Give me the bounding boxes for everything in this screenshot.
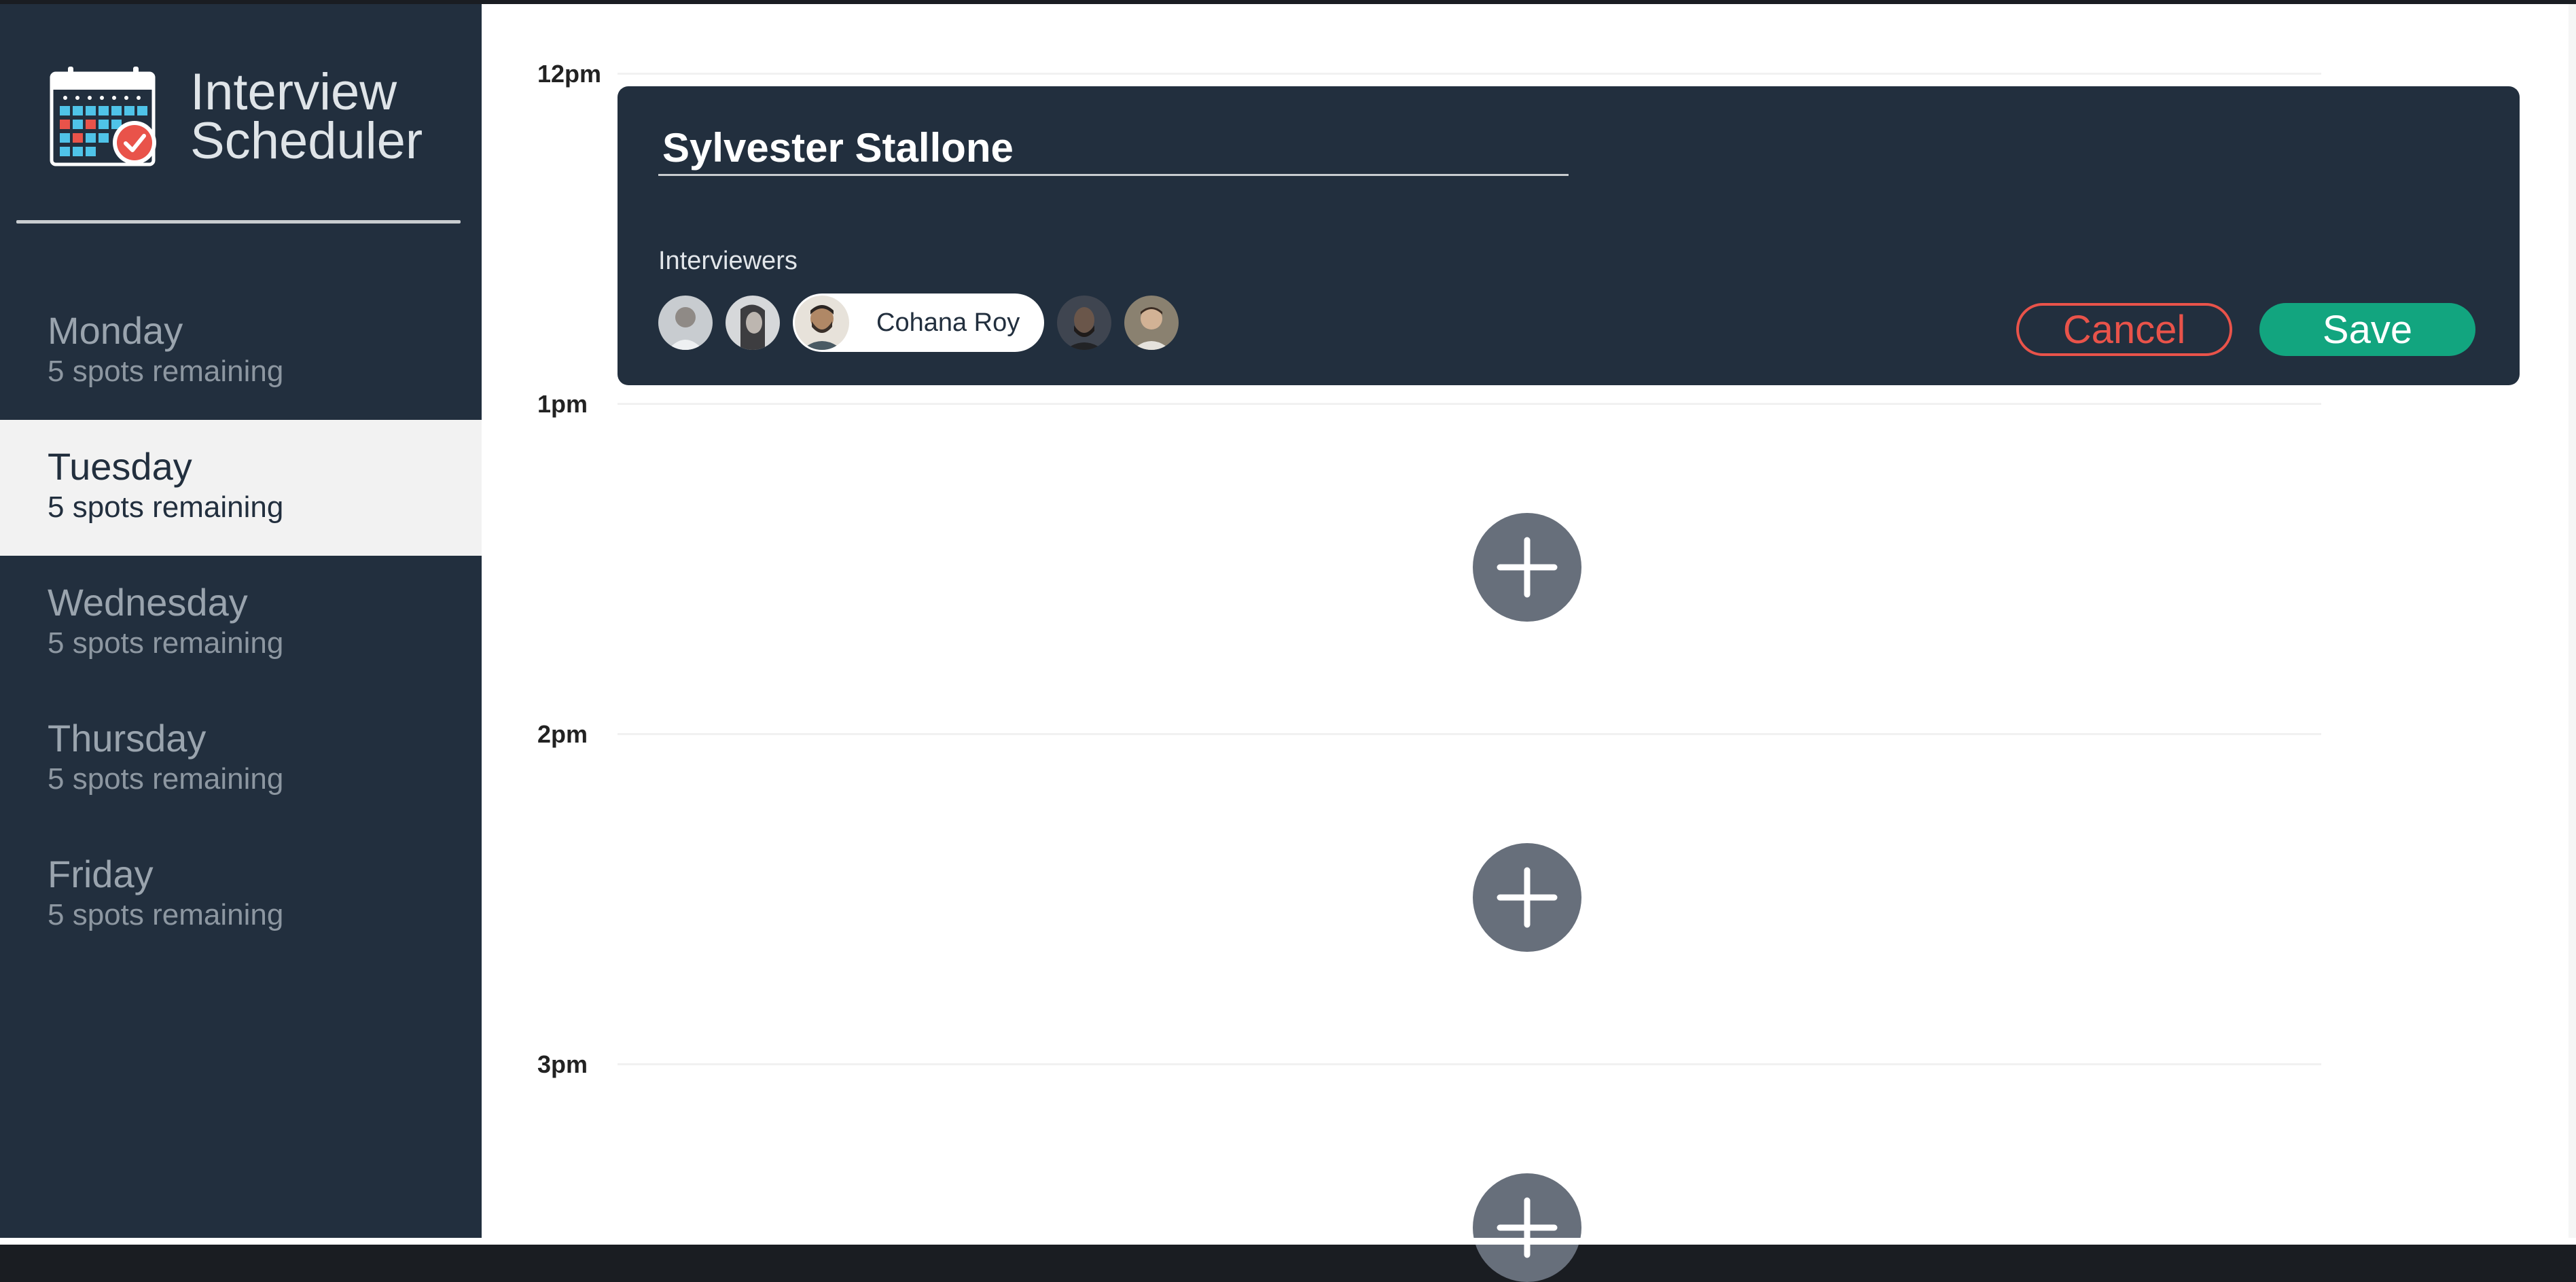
student-name-input[interactable] <box>658 122 1569 176</box>
day-list: Monday 5 spots remaining Tuesday 5 spots… <box>0 284 482 963</box>
plus-icon <box>1497 867 1558 928</box>
day-name: Friday <box>48 853 154 895</box>
interviewer-list: Cohana Roy <box>658 293 1192 352</box>
scrollbar[interactable] <box>2569 4 2576 1245</box>
schedule: 12pm Interviewers <box>482 4 2576 1282</box>
interviewer-avatar[interactable] <box>726 296 780 350</box>
slot-divider <box>618 1063 2321 1065</box>
brand: Interview Scheduler <box>48 63 423 171</box>
interviewer-selected[interactable]: Cohana Roy <box>793 293 1045 352</box>
save-button[interactable]: Save <box>2259 303 2475 356</box>
add-appointment-button[interactable] <box>1473 843 1581 952</box>
day-name: Tuesday <box>48 445 192 488</box>
app-title-line1: Interview <box>190 63 397 121</box>
cancel-button[interactable]: Cancel <box>2016 303 2232 356</box>
plus-icon <box>1497 537 1558 598</box>
interviewer-avatar[interactable] <box>1057 296 1112 350</box>
day-spots-remaining: 5 spots remaining <box>48 626 284 660</box>
day-item-tuesday[interactable]: Tuesday 5 spots remaining <box>0 420 482 556</box>
window-bottom-edge <box>0 1238 2576 1245</box>
interviewer-avatar[interactable] <box>658 296 713 350</box>
time-label-1pm: 1pm <box>537 390 588 418</box>
interviewer-avatar <box>795 296 849 350</box>
add-appointment-button[interactable] <box>1473 513 1581 622</box>
time-label-12pm: 12pm <box>537 60 602 88</box>
interviewer-portrait-icon <box>658 296 713 350</box>
day-item-wednesday[interactable]: Wednesday 5 spots remaining <box>0 556 482 692</box>
day-item-monday[interactable]: Monday 5 spots remaining <box>0 284 482 420</box>
slot-divider <box>618 733 2321 735</box>
appointment-form: Interviewers <box>618 86 2520 385</box>
time-label-2pm: 2pm <box>537 720 588 748</box>
slot-divider <box>618 73 2321 75</box>
interviewer-avatar[interactable] <box>1124 296 1179 350</box>
time-label-3pm: 3pm <box>537 1050 588 1078</box>
sidebar-divider <box>16 220 461 224</box>
interviewer-portrait-icon <box>795 296 849 350</box>
interviewer-portrait-icon <box>1124 296 1179 350</box>
app-title-line2: Scheduler <box>190 112 423 170</box>
interviewer-name: Cohana Roy <box>876 308 1020 337</box>
day-spots-remaining: 5 spots remaining <box>48 762 284 796</box>
slot-divider <box>618 403 2321 405</box>
interviewer-portrait-icon <box>1057 296 1112 350</box>
day-name: Wednesday <box>48 581 248 624</box>
add-appointment-button[interactable] <box>1473 1173 1581 1282</box>
day-name: Monday <box>48 309 183 352</box>
day-spots-remaining: 5 spots remaining <box>48 491 284 524</box>
day-spots-remaining: 5 spots remaining <box>48 355 284 388</box>
day-spots-remaining: 5 spots remaining <box>48 898 284 931</box>
sidebar: Interview Scheduler Monday 5 spots remai… <box>0 4 482 1245</box>
interviewers-label: Interviewers <box>658 247 798 275</box>
plus-icon <box>1497 1197 1558 1258</box>
interviewer-portrait-icon <box>726 296 780 350</box>
app-window: Interview Scheduler Monday 5 spots remai… <box>0 4 2576 1282</box>
day-name: Thursday <box>48 717 207 760</box>
day-item-thursday[interactable]: Thursday 5 spots remaining <box>0 692 482 827</box>
app-title: Interview Scheduler <box>190 63 423 170</box>
day-item-friday[interactable]: Friday 5 spots remaining <box>0 827 482 963</box>
calendar-check-icon <box>50 67 156 166</box>
